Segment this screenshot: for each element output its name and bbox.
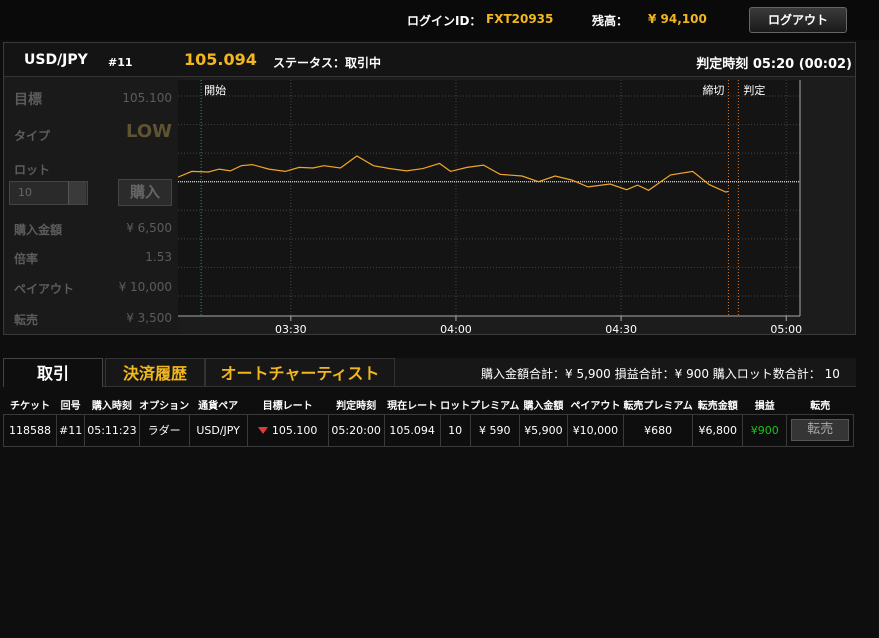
judge-time: 判定時刻 05:20 (00:02): [696, 57, 852, 72]
buy-button[interactable]: 購入: [118, 179, 172, 206]
col-amount: 購入金額: [523, 401, 564, 413]
cell-time: 05:11:23: [84, 413, 140, 447]
target-label: 目標: [14, 92, 42, 108]
col-ticket: チケット: [10, 401, 50, 413]
resell-label: 転売: [14, 313, 39, 327]
tab-autochartist[interactable]: オートチャーティスト: [205, 358, 395, 387]
login-id-label: ログインID：: [407, 14, 482, 28]
cell-resell: 転売: [786, 413, 855, 447]
tab-trades[interactable]: 取引: [3, 358, 103, 387]
down-triangle-icon: [257, 427, 268, 434]
cell-current: 105.094: [383, 413, 441, 447]
cell-amount: ¥5,900: [518, 413, 568, 447]
type-label: タイプ: [14, 129, 51, 143]
col-pnl: 損益: [754, 401, 775, 413]
cell-ticket: 118588: [3, 413, 57, 447]
tab-bar: 取引 決済履歴 オートチャーティスト 購入金額合計：¥ 5,900 損益合計：¥…: [3, 358, 856, 387]
close-marker-label: 締切: [702, 83, 724, 97]
logout-button[interactable]: ログアウト: [749, 7, 847, 33]
positions-section: 取引 決済履歴 オートチャーティスト 購入金額合計：¥ 5,900 損益合計：¥…: [3, 358, 856, 638]
panel-header: USD/JPY #11 105.094 ステータス：取引中 判定時刻 05:20…: [4, 43, 855, 77]
balance-value: ¥ 94,100: [648, 12, 707, 26]
table-row: 118588 #11 05:11:23 ラダー USD/JPY 105.100 …: [3, 413, 855, 447]
col-target: 目標レート: [262, 401, 313, 413]
amount-label: 購入金額: [14, 223, 63, 237]
col-premium: プレミアム: [470, 401, 520, 413]
x-tick-label: 04:00: [440, 323, 472, 336]
resell-button[interactable]: 転売: [791, 419, 850, 441]
login-id-value: FXT20935: [486, 12, 554, 26]
amount-value: ¥ 6,500: [126, 221, 172, 235]
currency-pair: USD/JPY: [24, 52, 88, 68]
col-lot: ロット: [440, 401, 471, 413]
col-resell-amount: 転売金額: [697, 401, 738, 413]
top-bar: ログインID： FXT20935 残高： ¥ 94,100 ログアウト: [0, 0, 879, 40]
rate-chart: 105.250105.200105.150105.100105.050105.0…: [178, 80, 802, 336]
current-rate: 105.094: [184, 50, 257, 69]
col-payout: ペイアウト: [570, 401, 621, 413]
x-tick-label: 03:30: [275, 323, 307, 336]
col-resell-premium: 転売プレミアム: [623, 401, 693, 413]
x-tick-label: 04:30: [605, 323, 637, 336]
lot-stepper[interactable]: [68, 182, 86, 204]
cell-pair: USD/JPY: [188, 413, 248, 447]
col-round: 回号: [60, 401, 81, 413]
multiplier-label: 倍率: [14, 252, 39, 266]
cell-lot: 10: [439, 413, 471, 447]
payout-label: ペイアウト: [14, 282, 75, 296]
x-tick-label: 05:00: [770, 323, 802, 336]
cell-target-value: 105.100: [271, 423, 318, 437]
cell-judge: 05:20:00: [327, 413, 385, 447]
payout-value: ¥ 10,000: [118, 280, 172, 294]
target-value: 105.100: [122, 91, 172, 105]
table-header-row: チケット 回号 購入時刻 オプション 通貨ペア 目標レート 判定時刻 現在レート…: [4, 396, 854, 414]
multiplier-value: 1.53: [145, 250, 172, 264]
type-value: LOW: [126, 121, 172, 142]
cell-resell-premium: ¥680: [622, 413, 694, 447]
resell-value: ¥ 3,500: [126, 311, 172, 325]
positions-table: チケット 回号 購入時刻 オプション 通貨ペア 目標レート 判定時刻 現在レート…: [3, 396, 855, 447]
col-option: オプション: [139, 401, 190, 413]
chart-plot-area: [178, 80, 800, 316]
cell-option: ラダー: [138, 413, 190, 447]
scroll-track: [856, 358, 879, 638]
col-judge: 判定時刻: [336, 401, 377, 413]
col-time: 購入時刻: [91, 401, 132, 413]
balance-label: 残高：: [592, 14, 629, 28]
cell-target: 105.100: [246, 413, 329, 447]
tab-settlement-history[interactable]: 決済履歴: [105, 358, 205, 387]
trade-status: ステータス：取引中: [273, 56, 382, 70]
cell-payout: ¥10,000: [566, 413, 624, 447]
judge-marker-label: 判定: [743, 83, 765, 97]
col-resell: 転売: [810, 401, 831, 413]
order-form: 目標 105.100 タイプ LOW ロット 10 購入 購入金額 ¥ 6,50…: [4, 78, 180, 334]
cell-round: #11: [55, 413, 86, 447]
col-current: 現在レート: [387, 401, 438, 413]
start-marker-label: 開始: [204, 83, 226, 97]
cell-resell-amount: ¥6,800: [692, 413, 744, 447]
lot-label: ロット: [14, 163, 51, 177]
cell-pnl: ¥900: [742, 413, 788, 447]
round-number: #11: [108, 56, 133, 69]
totals-summary: 購入金額合計：¥ 5,900 損益合計：¥ 900 購入ロット数合計： 10: [481, 367, 840, 381]
col-pair: 通貨ペア: [198, 401, 239, 413]
cell-premium: ¥ 590: [469, 413, 520, 447]
